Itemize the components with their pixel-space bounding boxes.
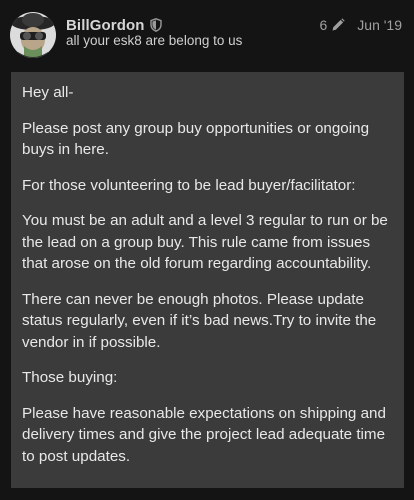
post-meta: 6 Jun '19 [319, 17, 402, 33]
avatar[interactable] [10, 12, 56, 58]
forum-post-page: BillGordon all your esk8 are belong to u… [0, 0, 414, 500]
username[interactable]: BillGordon [66, 17, 145, 34]
post-paragraph: Hey all- [22, 84, 74, 101]
post-date[interactable]: Jun '19 [357, 17, 402, 33]
post-header: BillGordon all your esk8 are belong to u… [0, 0, 414, 72]
post-paragraph: Those buying: [22, 369, 118, 386]
post-paragraph: Please have reasonable expectations on s… [22, 404, 386, 465]
post-paragraph: For those volunteering to be lead buyer/… [22, 176, 356, 194]
user-title: all your esk8 are belong to us [66, 33, 243, 48]
shield-icon [149, 18, 162, 32]
post-body: Hey all- Please post any group buy oppor… [11, 72, 404, 488]
post-paragraph: Please post any group buy opportunities … [22, 119, 370, 159]
pencil-icon[interactable] [331, 18, 345, 32]
avatar-image [10, 12, 56, 58]
edit-count[interactable]: 6 [319, 17, 327, 33]
username-row: BillGordon [66, 15, 162, 35]
post-paragraph: You must be an adult and a level 3 regul… [22, 212, 388, 272]
post-paragraph: There can never be enough photos. Please… [22, 290, 377, 351]
